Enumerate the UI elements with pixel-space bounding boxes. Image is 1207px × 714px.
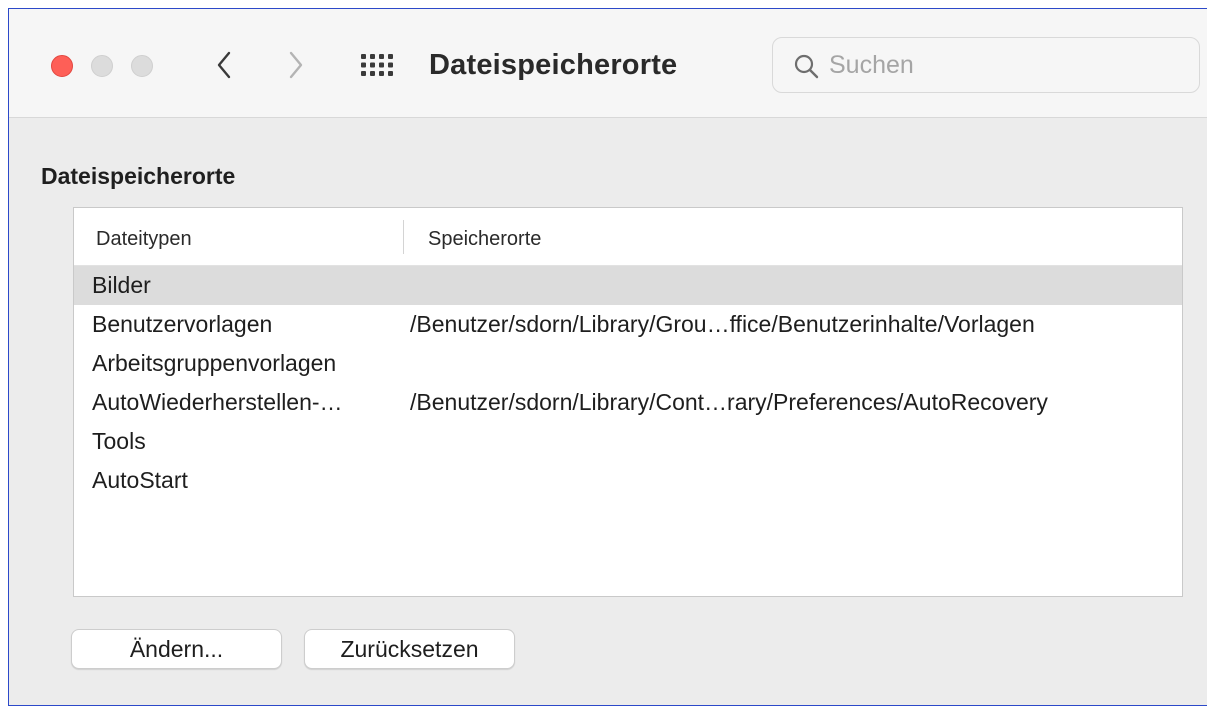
file-type-cell: Bilder [92,272,151,298]
search-field[interactable] [772,37,1200,93]
search-icon [794,54,819,79]
table-header: Dateitypen Speicherorte [74,208,1182,266]
file-locations-table: Dateitypen Speicherorte Bilder Benutzerv… [73,207,1183,597]
location-cell: /Benutzer/sdorn/Library/Cont…rary/Prefer… [410,389,1048,415]
minimize-window-button[interactable] [91,55,113,77]
section-title: Dateispeicherorte [41,163,236,189]
file-type-cell: Benutzervorlagen [92,311,273,337]
column-header-file-types[interactable]: Dateitypen [96,226,192,252]
back-button[interactable] [207,45,241,85]
file-type-cell: AutoStart [92,467,188,493]
table-row[interactable]: AutoWiederherstellen-… /Benutzer/sdorn/L… [74,383,1182,422]
table-row[interactable]: Bilder [74,266,1182,305]
table-row[interactable]: Arbeitsgruppenvorlagen [74,344,1182,383]
table-row[interactable]: AutoStart [74,461,1182,500]
column-divider[interactable] [403,220,404,254]
table-body: Bilder Benutzervorlagen /Benutzer/sdorn/… [74,266,1182,500]
window-title: Dateispeicherorte [429,49,678,81]
toolbar: Dateispeicherorte [9,9,1207,118]
table-row[interactable]: Tools [74,422,1182,461]
table-row[interactable]: Benutzervorlagen /Benutzer/sdorn/Library… [74,305,1182,344]
file-type-cell: AutoWiederherstellen-… [92,389,343,415]
chevron-right-icon [289,51,303,79]
change-button[interactable]: Ändern... [71,629,282,669]
column-header-locations[interactable]: Speicherorte [428,226,541,252]
zoom-window-button[interactable] [131,55,153,77]
search-input[interactable] [829,48,1169,82]
grid-icon [361,54,393,76]
close-window-button[interactable] [51,55,73,77]
show-all-button[interactable] [357,49,397,81]
file-type-cell: Arbeitsgruppenvorlagen [92,350,337,376]
chevron-left-icon [217,51,231,79]
reset-button[interactable]: Zurücksetzen [304,629,515,669]
preferences-window: Dateispeicherorte Dateispeicherorte Date… [8,8,1207,706]
file-type-cell: Tools [92,428,146,454]
location-cell: /Benutzer/sdorn/Library/Grou…ffice/Benut… [410,311,1035,337]
forward-button[interactable] [279,45,313,85]
